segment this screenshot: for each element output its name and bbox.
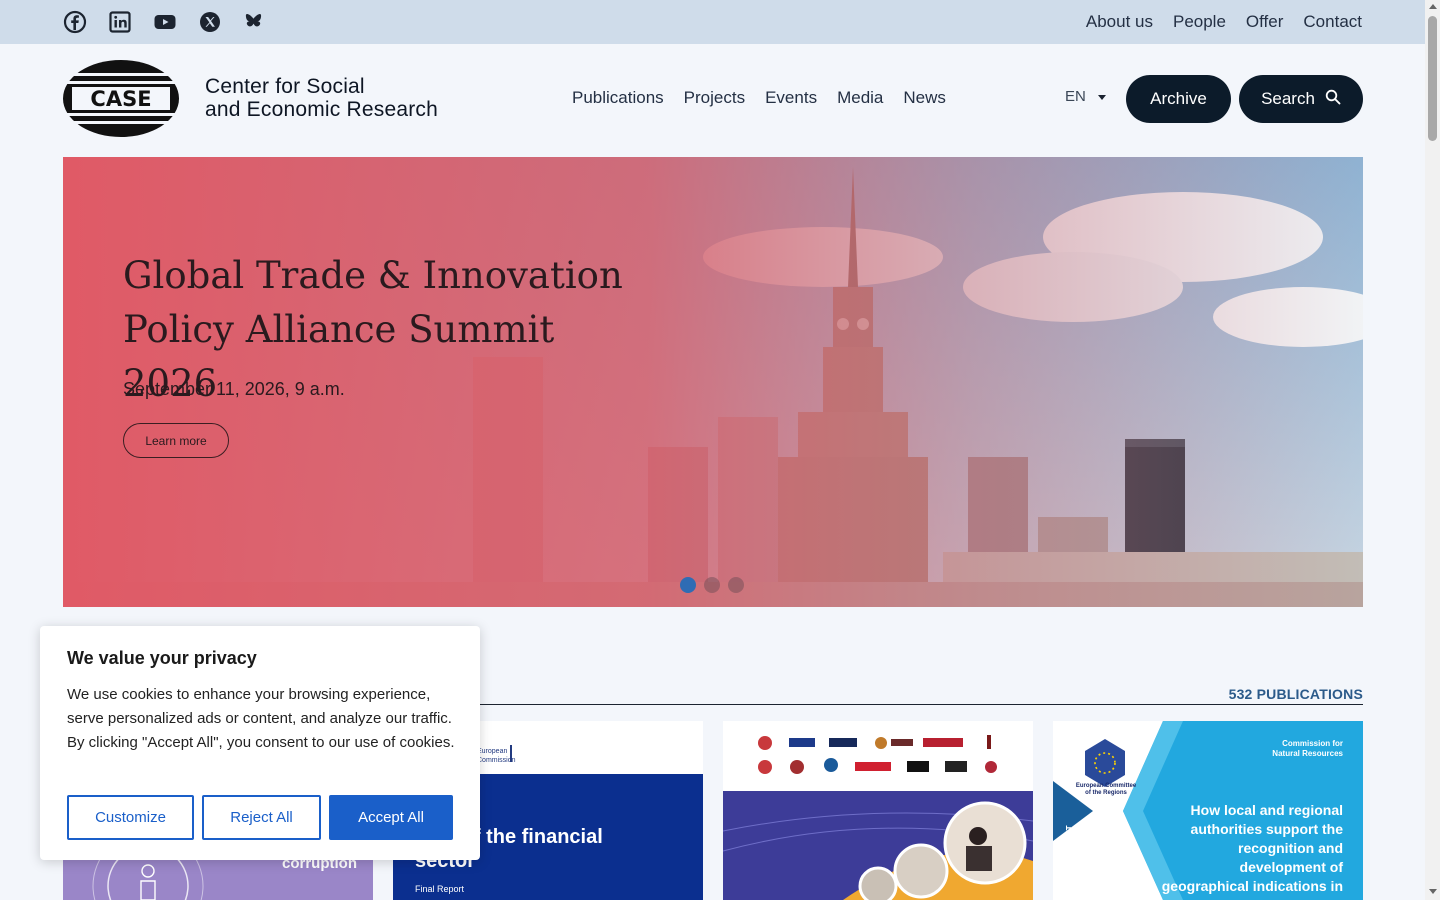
slider-dot-3[interactable] — [728, 577, 744, 593]
cookie-consent-banner: We value your privacy We use cookies to … — [40, 626, 480, 860]
nav-events[interactable]: Events — [765, 88, 817, 108]
slider-dot-2[interactable] — [704, 577, 720, 593]
nav-projects[interactable]: Projects — [684, 88, 745, 108]
publication-card[interactable]: NAT European Committee of the Regions Co… — [1053, 721, 1363, 900]
nav-publications[interactable]: Publications — [572, 88, 664, 108]
language-selector[interactable]: EN — [1065, 88, 1106, 105]
case-logo[interactable]: CASE — [62, 59, 180, 138]
learn-more-button[interactable]: Learn more — [123, 423, 229, 458]
cookie-title: We value your privacy — [67, 648, 257, 668]
x-icon[interactable] — [198, 10, 222, 34]
committee-label: European Committee of the Regions — [1075, 783, 1137, 797]
scroll-up-arrow-icon[interactable] — [1429, 4, 1437, 9]
side-tag: NAT — [1065, 825, 1073, 841]
partner-logos-image — [758, 735, 997, 774]
commission-label-line2: Natural Resources — [1272, 749, 1343, 758]
org-name-line2: and Economic Research — [205, 98, 438, 121]
customize-button[interactable]: Customize — [67, 795, 194, 840]
bluesky-icon[interactable] — [243, 10, 267, 34]
committee-line1: European Committee — [1075, 783, 1137, 789]
publication-card[interactable] — [723, 721, 1033, 900]
archive-label: Archive — [1150, 89, 1207, 108]
organization-name[interactable]: Center for Social and Economic Research — [205, 75, 438, 121]
social-links — [63, 10, 267, 34]
about-us-link[interactable]: About us — [1086, 12, 1153, 32]
commission-label-line1: Commission for — [1282, 739, 1343, 748]
hero-date: September 11, 2026, 9 a.m. — [123, 379, 345, 399]
org-name-line1: Center for Social — [205, 75, 365, 98]
top-links: About us People Offer Contact — [1086, 12, 1362, 32]
contact-link[interactable]: Contact — [1303, 12, 1362, 32]
nav-media[interactable]: Media — [837, 88, 883, 108]
offer-link[interactable]: Offer — [1246, 12, 1283, 32]
main-navigation: Publications Projects Events Media News — [572, 88, 946, 108]
slider-dot-1[interactable] — [680, 577, 696, 593]
logo-text: CASE — [90, 87, 151, 111]
cookie-body: We use cookies to enhance your browsing … — [67, 686, 455, 751]
committee-line2: of the Regions — [1085, 790, 1127, 796]
reject-all-button[interactable]: Reject All — [202, 795, 321, 840]
hero-title-line1: Global Trade & Innovation — [123, 254, 623, 297]
publications-count[interactable]: 532 PUBLICATIONS — [1229, 686, 1363, 702]
nav-news[interactable]: News — [903, 88, 946, 108]
search-label: Search — [1261, 89, 1315, 108]
youtube-icon[interactable] — [153, 10, 177, 34]
commission-label: Commission for Natural Resources — [1272, 739, 1343, 759]
scroll-down-arrow-icon[interactable] — [1429, 889, 1437, 894]
slider-dots — [680, 577, 744, 593]
page-scrollbar[interactable] — [1425, 0, 1440, 900]
card-cover-title: How local and regional authorities suppo… — [1161, 802, 1343, 900]
facebook-icon[interactable] — [63, 10, 87, 34]
card-cover-illustration — [723, 791, 1033, 900]
archive-button[interactable]: Archive — [1126, 75, 1231, 123]
top-bar: About us People Offer Contact — [0, 0, 1425, 44]
scrollbar-thumb[interactable] — [1428, 16, 1437, 141]
language-label: EN — [1065, 88, 1086, 105]
people-link[interactable]: People — [1173, 12, 1226, 32]
partner-logos — [723, 721, 1033, 791]
accept-all-button[interactable]: Accept All — [329, 795, 453, 840]
linkedin-icon[interactable] — [108, 10, 132, 34]
card-cover-subtitle: Final Report — [415, 884, 465, 894]
caret-down-icon — [1097, 95, 1106, 100]
hero-slider: Global Trade & Innovation Policy Allianc… — [63, 157, 1363, 607]
search-button[interactable]: Search — [1239, 75, 1363, 123]
card-cover-body — [723, 791, 1033, 900]
search-icon — [1325, 89, 1341, 110]
